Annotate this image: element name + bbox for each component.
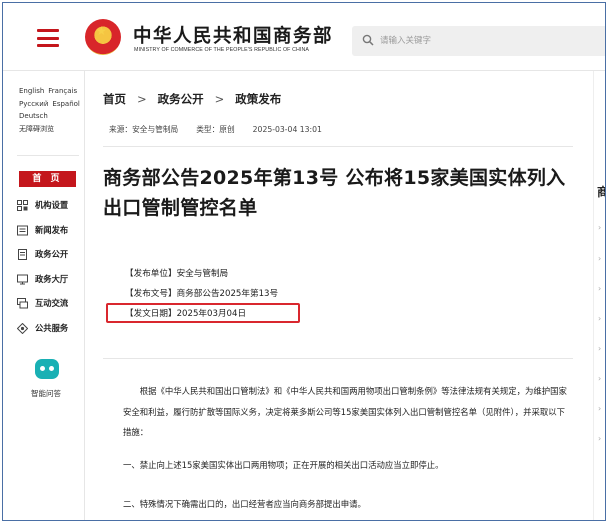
chevron-right-icon[interactable]: ›: [598, 284, 601, 293]
meta-datetime: 2025-03-04 13:01: [252, 125, 322, 134]
assistant-label[interactable]: 智能问答: [31, 388, 61, 399]
sidebar-item-label: 政务大厅: [35, 273, 69, 284]
breadcrumb-gov-affairs[interactable]: 政务公开: [158, 92, 204, 106]
lang-german[interactable]: Deutsch: [19, 112, 48, 120]
sidebar-item-hall[interactable]: 政务大厅: [15, 267, 83, 292]
browser-frame: ★ 中华人民共和国商务部 MINISTRY OF COMMERCE OF THE…: [2, 2, 606, 521]
sidebar-item-label: 机构设置: [35, 200, 69, 210]
assistant-bot-icon[interactable]: [35, 359, 59, 379]
left-sidebar: English Français Русский Español Deutsch 无…: [3, 71, 85, 520]
sidebar-item-org[interactable]: 机构设置: [15, 193, 83, 218]
sidebar-nav: 机构设置 新闻发布 政务公开 政务大厅 互动交流 公共服务: [15, 193, 83, 341]
article-body: 根据《中华人民共和国出口管制法》和《中华人民共和国两用物项出口管制条例》等法律法…: [123, 381, 573, 443]
chevron-right-icon[interactable]: ›: [598, 374, 601, 383]
main-content: 首页 > 政务公开 > 政策发布 来源：安全与管制局 类型：原创 2025-03-04 13…: [85, 71, 605, 520]
chevron-right-icon: >: [137, 92, 147, 106]
search-icon[interactable]: [362, 34, 374, 46]
chevron-right-icon: >: [214, 92, 225, 106]
right-related-column: 商 › › › › › › › ›: [593, 71, 605, 520]
accessibility-link[interactable]: 无障碍浏览: [19, 125, 54, 133]
language-links: English Français Русский Español Deutsch 无…: [19, 85, 83, 135]
clause-1: 一、禁止向上述15家美国实体出口两用物项；正在开展的相关出口活动应当立即停止。: [123, 460, 444, 470]
meta-type: 类型：原创: [196, 125, 235, 134]
national-emblem-icon: ★: [85, 19, 121, 55]
lang-russian[interactable]: Русский: [19, 100, 48, 108]
site-subtitle: MINISTRY OF COMMERCE OF THE PEOPLE'S REP…: [134, 47, 310, 53]
hall-icon: [17, 274, 28, 285]
site-header: ★ 中华人民共和国商务部 MINISTRY OF COMMERCE OF THE…: [3, 3, 605, 71]
breadcrumb-policy[interactable]: 政策发布: [235, 92, 281, 106]
site-title[interactable]: 中华人民共和国商务部: [133, 22, 333, 48]
nav-home-button[interactable]: 首 页: [19, 171, 76, 187]
divider: [103, 146, 573, 147]
sidebar-item-label: 公共服务: [35, 322, 69, 333]
sidebar-item-label: 政务公开: [35, 249, 69, 260]
page-title: 商务部公告2025年第13号 公布将15家美国实体列入出口管制管控名单: [103, 167, 566, 219]
chevron-right-icon[interactable]: ›: [598, 434, 601, 443]
chevron-right-icon[interactable]: ›: [598, 223, 601, 232]
sidebar-item-news[interactable]: 新闻发布: [15, 218, 83, 243]
chevron-right-icon[interactable]: ›: [598, 314, 601, 323]
chat-icon: [17, 298, 28, 309]
news-icon: [17, 225, 28, 236]
lang-english[interactable]: English: [19, 87, 44, 95]
divider: [17, 155, 79, 156]
chevron-right-icon[interactable]: ›: [598, 404, 601, 413]
org-icon: [17, 200, 28, 211]
lang-spanish[interactable]: Español: [52, 100, 79, 108]
clause-2: 二、特殊情况下确需出口的，出口经营者应当向商务部提出申请。: [123, 499, 366, 509]
sidebar-item-public-service[interactable]: 公共服务: [15, 316, 83, 341]
sidebar-item-gov-affairs[interactable]: 政务公开: [15, 242, 83, 267]
meta-source: 来源：安全与管制局: [109, 125, 179, 134]
article-meta: 来源：安全与管制局 类型：原创 2025-03-04 13:01: [109, 124, 340, 135]
sidebar-item-interaction[interactable]: 互动交流: [15, 291, 83, 316]
divider: [103, 358, 573, 359]
search-input[interactable]: [380, 31, 600, 51]
body-paragraph: 根据《中华人民共和国出口管制法》和《中华人民共和国两用物项出口管制条例》等法律法…: [123, 386, 567, 437]
search-box[interactable]: [352, 26, 605, 56]
chevron-right-icon[interactable]: ›: [598, 344, 601, 353]
lang-french[interactable]: Français: [48, 87, 77, 95]
field-unit: 【发布单位】安全与管制局: [125, 269, 229, 279]
menu-icon[interactable]: [37, 29, 59, 47]
document-icon: [18, 249, 27, 261]
service-icon: [17, 322, 28, 334]
chevron-right-icon[interactable]: ›: [598, 254, 601, 263]
date-highlight-box: [106, 303, 300, 323]
breadcrumb-home[interactable]: 首页: [103, 92, 126, 106]
sidebar-item-label: 新闻发布: [35, 224, 69, 235]
sidebar-item-label: 互动交流: [35, 298, 69, 309]
breadcrumb: 首页 > 政务公开 > 政策发布: [103, 91, 281, 107]
related-heading: 商: [597, 183, 605, 200]
field-doc-no: 【发布文号】商务部公告2025年第13号: [125, 289, 279, 299]
